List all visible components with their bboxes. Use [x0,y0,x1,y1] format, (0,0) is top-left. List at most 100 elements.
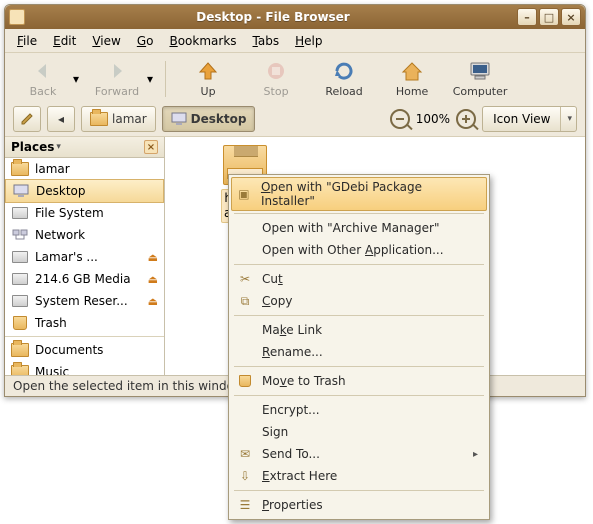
breadcrumb-lamar[interactable]: lamar [81,106,156,132]
menu-tabs[interactable]: Tabs [247,32,286,50]
desktop-icon [171,112,187,126]
main-toolbar: Back ▾ Forward ▾ Up Stop Reload Home [5,53,585,102]
stop-icon [262,59,290,83]
menu-copy[interactable]: ⧉Copy [232,290,486,312]
home-icon [398,59,426,83]
menu-open-with-gdebi[interactable]: ▣ Open with "GDebi Package Installer" [231,177,487,211]
back-icon [29,59,57,83]
sidebar-close-button[interactable]: × [144,140,158,154]
reload-button[interactable]: Reload [314,57,374,100]
view-mode-select[interactable]: Icon View ▾ [482,106,577,132]
package-icon: ▣ [235,186,253,202]
titlebar[interactable]: Desktop - File Browser – □ × [5,5,585,29]
close-button[interactable]: × [561,8,581,26]
drive-icon [12,295,28,307]
folder-home-icon [11,162,29,176]
menu-cut[interactable]: ✂Cut [232,268,486,290]
forward-icon [103,59,131,83]
menu-go[interactable]: Go [131,32,160,50]
trash-icon [13,316,27,330]
sidebar-header[interactable]: Places▾ × [5,137,164,158]
up-icon [194,59,222,83]
zoom-out-button[interactable] [390,109,410,129]
eject-icon[interactable]: ⏏ [148,273,158,286]
pencil-icon [20,112,34,126]
forward-button: Forward [87,57,147,100]
network-icon [11,227,29,243]
forward-dropdown: ▾ [147,72,153,86]
sidebar-item-desktop[interactable]: Desktop [5,179,164,203]
menu-send-to[interactable]: ✉Send To...▸ [232,443,486,465]
zoom-in-button[interactable] [456,109,476,129]
back-dropdown: ▾ [73,72,79,86]
properties-icon: ☰ [236,497,254,513]
chevron-left-icon: ◂ [58,112,64,126]
app-icon [9,9,25,25]
menubar: File Edit View Go Bookmarks Tabs Help [5,29,585,53]
menu-rename[interactable]: Rename... [232,341,486,363]
path-back-button[interactable]: ◂ [47,106,75,132]
sidebar-item-network[interactable]: Network [5,224,164,246]
chevron-right-icon: ▸ [473,449,478,460]
sidebar-separator [5,336,164,337]
menu-bookmarks[interactable]: Bookmarks [163,32,242,50]
scissors-icon: ✂ [236,271,254,287]
view-mode-label: Icon View [493,112,550,126]
breadcrumb-desktop[interactable]: Desktop [162,106,256,132]
menu-extract-here[interactable]: ⇩Extract Here [232,465,486,487]
context-menu: ▣ Open with "GDebi Package Installer" Op… [228,174,490,520]
menu-help[interactable]: Help [289,32,328,50]
computer-button[interactable]: Computer [450,57,510,100]
folder-icon [11,343,29,357]
sidebar-item-system-reserved[interactable]: System Reser...⏏ [5,290,164,312]
extract-icon: ⇩ [236,468,254,484]
menu-file[interactable]: File [11,32,43,50]
drive-icon [12,273,28,285]
drive-icon [12,207,28,219]
reload-icon [330,59,358,83]
sidebar-item-media[interactable]: 214.6 GB Media⏏ [5,268,164,290]
minimize-button[interactable]: – [517,8,537,26]
send-icon: ✉ [236,446,254,462]
menu-edit[interactable]: Edit [47,32,82,50]
menu-properties[interactable]: ☰Properties [232,494,486,516]
sidebar-item-music[interactable]: Music [5,361,164,375]
eject-icon[interactable]: ⏏ [148,295,158,308]
sidebar-item-lamars-share[interactable]: Lamar's ...⏏ [5,246,164,268]
menu-sign[interactable]: Sign [232,421,486,443]
chevron-down-icon: ▾ [56,142,61,152]
eject-icon[interactable]: ⏏ [148,251,158,264]
menu-make-link[interactable]: Make Link [232,319,486,341]
folder-icon [90,112,108,126]
network-drive-icon [12,251,28,263]
home-button[interactable]: Home [382,57,442,100]
toolbar-separator [165,61,166,97]
sidebar-item-trash[interactable]: Trash [5,312,164,334]
desktop-icon [13,184,29,198]
menu-move-to-trash[interactable]: Move to Trash [232,370,486,392]
copy-icon: ⧉ [236,293,254,309]
sidebar-item-lamar[interactable]: lamar [5,158,164,180]
status-text: Open the selected item in this window [13,379,244,393]
trash-icon [236,373,254,389]
menu-open-with-other[interactable]: Open with Other Application... [232,239,486,261]
back-button: Back [13,57,73,100]
menu-view[interactable]: View [86,32,126,50]
location-bar: ◂ lamar Desktop 100% Icon View ▾ [5,102,585,137]
sidebar-item-filesystem[interactable]: File System [5,202,164,224]
chevron-down-icon: ▾ [560,107,572,131]
edit-path-button[interactable] [13,106,41,132]
zoom-controls: 100% [390,109,476,129]
menu-encrypt[interactable]: Encrypt... [232,399,486,421]
sidebar: Places▾ × lamar Desktop File System Netw… [5,137,165,375]
maximize-button[interactable]: □ [539,8,559,26]
folder-icon [11,365,29,375]
sidebar-item-documents[interactable]: Documents [5,339,164,361]
computer-icon [466,59,494,83]
window-title: Desktop - File Browser [31,10,515,24]
zoom-level: 100% [416,112,450,126]
up-button[interactable]: Up [178,57,238,100]
places-list: lamar Desktop File System Network Lamar'… [5,158,164,375]
menu-open-with-archive[interactable]: Open with "Archive Manager" [232,217,486,239]
stop-button: Stop [246,57,306,100]
